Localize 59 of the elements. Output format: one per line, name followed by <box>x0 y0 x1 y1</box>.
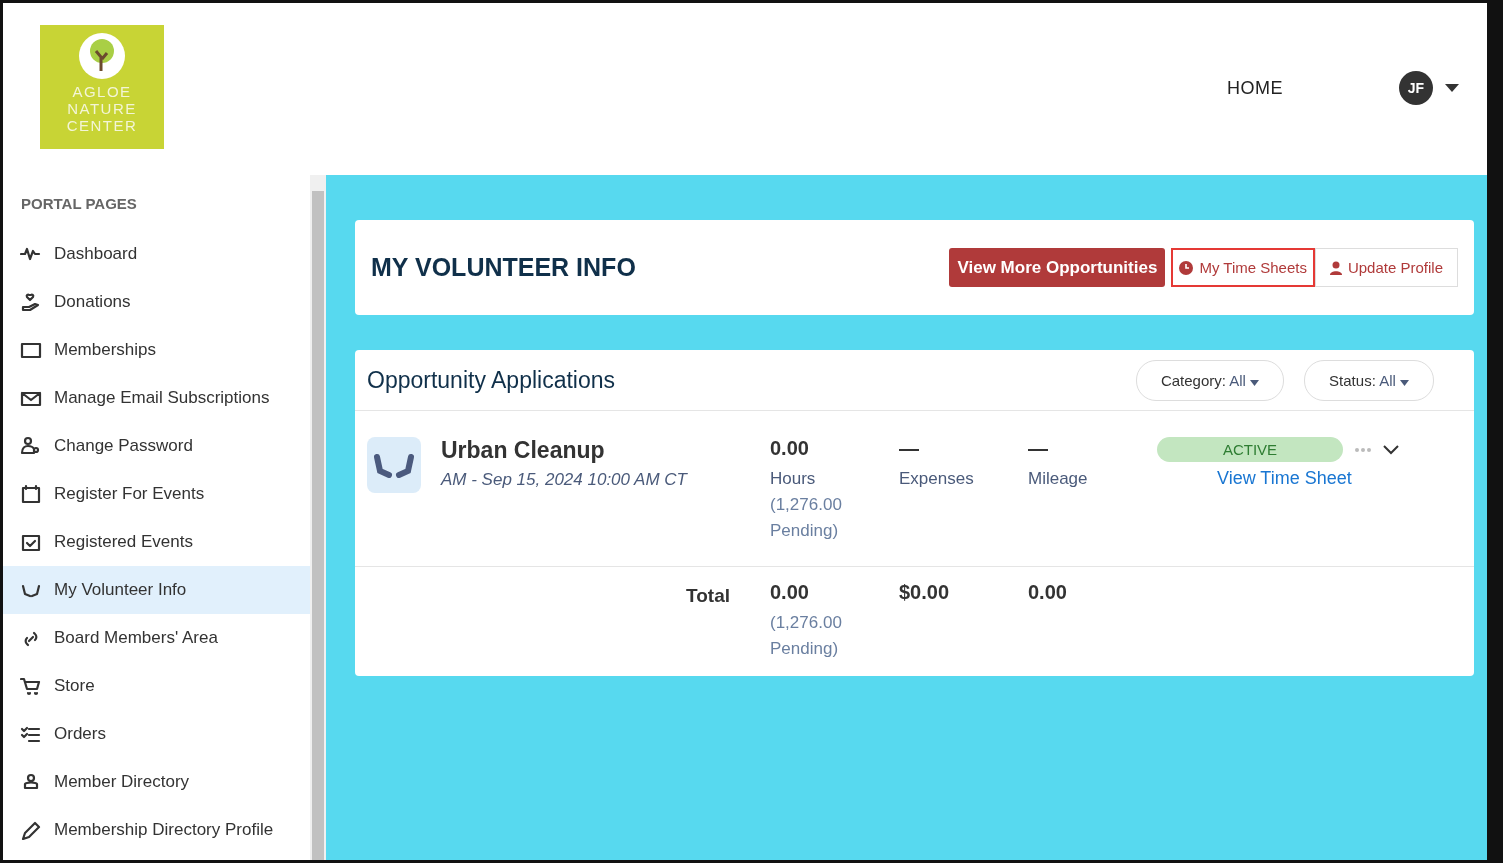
sidebar-item[interactable]: Change Password <box>3 422 310 470</box>
opportunities-button[interactable]: View More Opportunities <box>949 248 1166 287</box>
caret-icon <box>1250 379 1260 386</box>
sidebar-item[interactable]: Register For Events <box>3 470 310 518</box>
total-hours: 0.00 <box>770 581 810 604</box>
page-title: MY VOLUNTEER INFO <box>371 253 636 282</box>
menu-item-icon <box>20 532 42 552</box>
home-link[interactable]: HOME <box>1227 77 1283 99</box>
mileage-label: Mileage <box>1028 468 1089 490</box>
hands-icon <box>367 437 421 493</box>
clock-icon <box>1179 260 1194 275</box>
sidebar-item[interactable]: Board Members' Area <box>3 614 310 662</box>
sidebar-item[interactable]: Store <box>3 662 310 710</box>
status-badge: ACTIVE <box>1157 437 1343 462</box>
filter-dropdown[interactable]: Status: All <box>1304 359 1434 401</box>
opportunity-name: Urban Cleanup <box>441 437 606 464</box>
expenses-value: — <box>899 437 920 460</box>
sidebar-item[interactable]: Memberships <box>3 326 310 374</box>
sidebar-item[interactable]: Donations <box>3 278 310 326</box>
person-icon <box>1329 260 1342 275</box>
menu-item-icon <box>20 292 42 312</box>
menu-item-icon <box>20 436 42 456</box>
section-title: Opportunity Applications <box>367 366 616 394</box>
sidebar-item[interactable]: Member Directory <box>3 758 310 806</box>
sidebar-item[interactable]: Manage Email Subscriptions <box>3 374 310 422</box>
expenses-label: Expenses <box>899 468 975 490</box>
timesheets-button[interactable]: My Time Sheets <box>1171 248 1315 287</box>
pending-hours: (1,276.00 Pending) <box>770 494 843 542</box>
menu-item-icon <box>20 724 42 744</box>
view-time-sheet-link[interactable]: View Time Sheet <box>1217 468 1352 489</box>
menu-item-icon <box>20 484 42 504</box>
sidebar-heading: PORTAL PAGES <box>21 195 138 212</box>
menu-item-icon <box>20 676 42 696</box>
sidebar-item[interactable]: Orders <box>3 710 310 758</box>
sidebar-item[interactable]: Registered Events <box>3 518 310 566</box>
sidebar-item[interactable]: Dashboard <box>3 230 310 278</box>
menu-item-icon <box>20 340 42 360</box>
hours-label: Hours <box>770 468 817 490</box>
chevron-down-icon[interactable] <box>1383 444 1399 455</box>
caret-icon <box>1400 379 1409 386</box>
scrollbar[interactable] <box>310 175 326 860</box>
tree-icon <box>79 33 125 79</box>
user-avatar[interactable]: JF <box>1399 71 1433 105</box>
total-mileage: 0.00 <box>1028 581 1068 604</box>
mileage-value: — <box>1028 437 1049 460</box>
logo-text: CENTER <box>66 117 138 134</box>
menu-item-icon <box>20 820 42 840</box>
sidebar-item[interactable]: Membership Directory Profile <box>3 806 310 854</box>
hours-value: 0.00 <box>770 437 810 460</box>
total-expenses: $0.00 <box>899 581 951 604</box>
logo-text: AGLOE <box>72 83 132 100</box>
sidebar-item[interactable]: My Volunteer Info <box>3 566 310 614</box>
profile-button[interactable]: Update Profile <box>1314 248 1458 287</box>
caret-icon[interactable] <box>1445 84 1459 92</box>
opportunity-date: AM - Sep 15, 2024 10:00 AM CT <box>441 470 689 490</box>
logo-text: NATURE <box>67 100 137 117</box>
filter-dropdown[interactable]: Category: All <box>1135 359 1285 401</box>
total-label: Total <box>685 584 731 607</box>
total-pending-hours: (1,276.00 Pending) <box>770 612 843 660</box>
